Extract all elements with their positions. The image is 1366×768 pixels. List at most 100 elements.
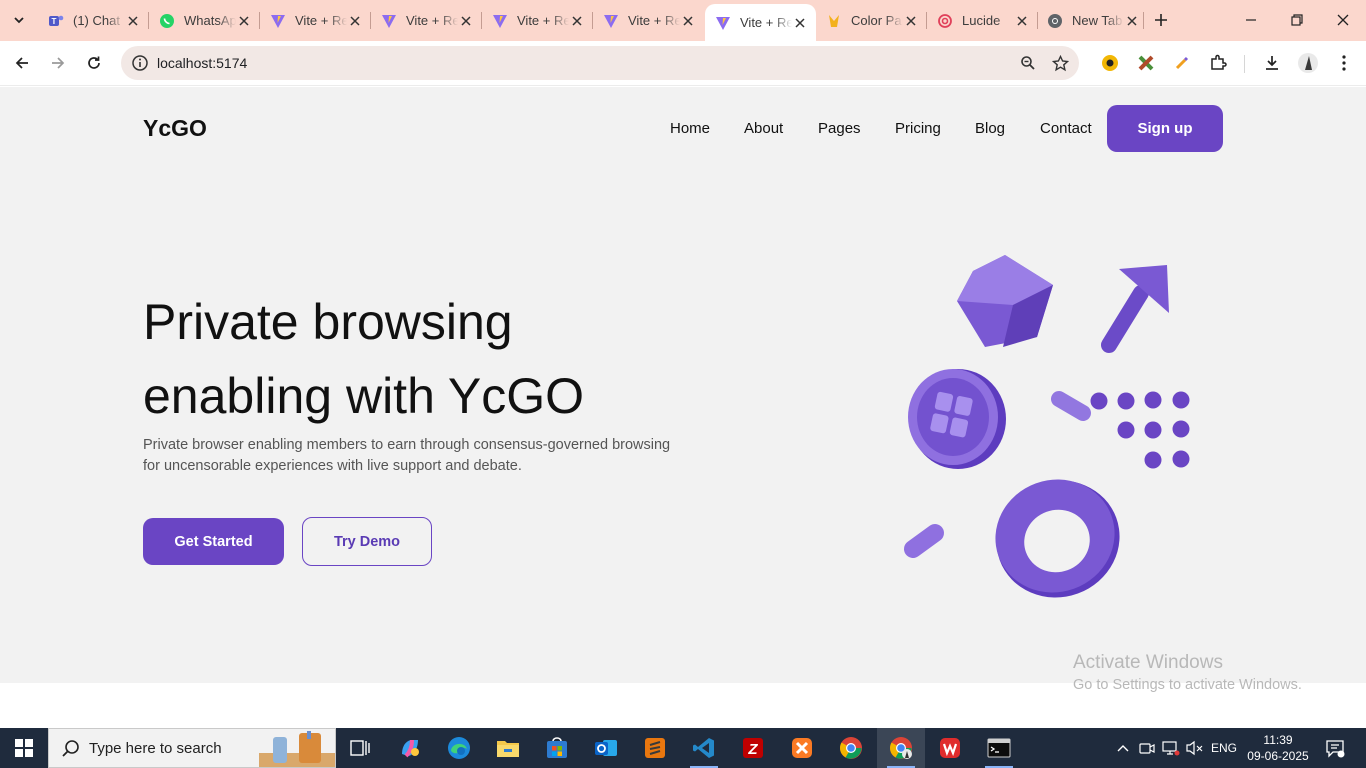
web-page: YcGO Home About Pages Pricing Blog Conta…	[0, 87, 1366, 693]
plus-icon	[1155, 14, 1167, 26]
tab-search-button[interactable]	[6, 7, 32, 33]
close-tab-icon[interactable]	[1014, 13, 1030, 29]
tray-clock[interactable]: 11:39 09-06-2025	[1240, 732, 1316, 764]
tab-title: WhatsApp	[184, 13, 236, 28]
taskbar-filezilla[interactable]: Z	[729, 728, 777, 768]
signup-button[interactable]: Sign up	[1107, 105, 1223, 152]
filezilla-icon: Z	[743, 738, 763, 758]
taskbar-store[interactable]	[533, 728, 581, 768]
taskbar-edge[interactable]	[435, 728, 483, 768]
taskbar-search-box[interactable]: Type here to search	[48, 728, 336, 768]
nav-blog[interactable]: Blog	[975, 120, 1005, 137]
new-tab-button[interactable]	[1149, 8, 1173, 32]
browser-toolbar: localhost:5174	[0, 41, 1366, 86]
chrome-icon	[1047, 13, 1063, 29]
browser-menu-button[interactable]	[1330, 49, 1358, 77]
get-started-button[interactable]: Get Started	[143, 518, 284, 565]
minimize-icon	[1246, 19, 1256, 21]
chevron-down-icon	[14, 17, 24, 24]
tray-notifications[interactable]	[1318, 728, 1352, 768]
browser-tab[interactable]: Vite + React	[482, 5, 593, 36]
taskbar-sublime[interactable]	[631, 728, 679, 768]
reload-button[interactable]	[80, 49, 108, 77]
pill-shape	[1051, 391, 1091, 421]
tab-title: Vite + React	[628, 13, 680, 28]
extension-colorpicker[interactable]	[1168, 49, 1196, 77]
taskbar-xampp[interactable]	[778, 728, 826, 768]
address-bar[interactable]: localhost:5174	[121, 46, 1079, 80]
taskbar-file-explorer[interactable]	[484, 728, 532, 768]
tray-language[interactable]: ENG	[1208, 728, 1240, 768]
tray-volume[interactable]	[1184, 728, 1206, 768]
browser-tab[interactable]: Color Palette	[816, 5, 927, 36]
taskbar-task-view[interactable]	[336, 728, 384, 768]
nav-home[interactable]: Home	[670, 120, 710, 137]
close-tab-icon[interactable]	[458, 13, 474, 29]
extensions-button[interactable]	[1204, 49, 1232, 77]
profile-button[interactable]	[1294, 49, 1322, 77]
browser-tab[interactable]: Vite + React	[593, 5, 704, 36]
browser-tab[interactable]: Vite + React	[260, 5, 371, 36]
teams-icon: T	[48, 13, 64, 29]
minimize-button[interactable]	[1228, 0, 1274, 40]
downloads-button[interactable]	[1258, 49, 1286, 77]
nav-about[interactable]: About	[744, 120, 783, 137]
browser-tab-active[interactable]: Vite + React	[705, 4, 816, 41]
tab-separator	[1143, 12, 1144, 29]
vscode-icon	[693, 738, 714, 758]
taskbar-wps[interactable]	[926, 728, 974, 768]
browser-tab[interactable]: New Tab	[1037, 5, 1148, 36]
restore-button[interactable]	[1274, 0, 1320, 40]
volume-muted-icon	[1186, 740, 1203, 756]
close-tab-icon[interactable]	[236, 13, 252, 29]
hero-illustration	[904, 255, 1190, 598]
eyedropper-icon	[1175, 56, 1189, 70]
nav-contact[interactable]: Contact	[1040, 120, 1092, 137]
taskbar-copilot[interactable]	[386, 728, 434, 768]
notification-icon	[1326, 740, 1345, 758]
close-tab-icon[interactable]	[1124, 13, 1140, 29]
colorpalette-icon	[826, 13, 842, 29]
vite-icon	[715, 15, 731, 31]
tab-title: New Tab	[1072, 13, 1123, 28]
activate-windows-subtitle: Go to Settings to activate Windows.	[1073, 677, 1302, 693]
close-tab-icon[interactable]	[792, 15, 808, 31]
vite-icon	[381, 13, 397, 29]
zoom-icon[interactable]	[1017, 52, 1039, 74]
tray-network[interactable]	[1160, 728, 1182, 768]
forward-button[interactable]	[44, 49, 72, 77]
lucide-icon	[937, 13, 953, 29]
taskbar-outlook[interactable]	[582, 728, 630, 768]
bookmark-star-icon[interactable]	[1049, 52, 1071, 74]
clock-time: 11:39	[1263, 733, 1293, 747]
try-demo-button[interactable]: Try Demo	[302, 517, 432, 566]
nav-pages[interactable]: Pages	[818, 120, 861, 137]
close-tab-icon[interactable]	[125, 13, 141, 29]
tray-overflow-button[interactable]	[1112, 728, 1134, 768]
close-tab-icon[interactable]	[680, 13, 696, 29]
close-tab-icon[interactable]	[903, 13, 919, 29]
browser-tab[interactable]: Vite + React	[371, 5, 482, 36]
site-logo[interactable]: YcGO	[143, 115, 207, 142]
close-tab-icon[interactable]	[347, 13, 363, 29]
browser-tab[interactable]: WhatsApp	[149, 5, 260, 36]
start-button[interactable]	[0, 728, 48, 768]
browser-tab[interactable]: T (1) Chat	[38, 5, 149, 36]
browser-tab[interactable]: Lucide	[927, 5, 1038, 36]
outlook-icon	[595, 740, 617, 756]
nav-pricing[interactable]: Pricing	[895, 120, 941, 137]
taskbar-chrome[interactable]	[827, 728, 875, 768]
tray-meet-now[interactable]	[1136, 728, 1158, 768]
back-button[interactable]	[8, 49, 36, 77]
clock-date: 09-06-2025	[1247, 749, 1309, 763]
taskbar-vscode[interactable]	[680, 728, 728, 768]
extension-ycgo[interactable]	[1096, 49, 1124, 77]
taskbar-chrome-profile[interactable]	[877, 728, 925, 768]
close-window-button[interactable]	[1320, 0, 1366, 40]
close-tab-icon[interactable]	[569, 13, 585, 29]
dot-grid	[1090, 391, 1190, 469]
taskbar-terminal[interactable]	[975, 728, 1023, 768]
site-info-icon[interactable]	[131, 54, 149, 72]
url-text[interactable]: localhost:5174	[157, 55, 247, 71]
extension-tools[interactable]	[1132, 49, 1160, 77]
